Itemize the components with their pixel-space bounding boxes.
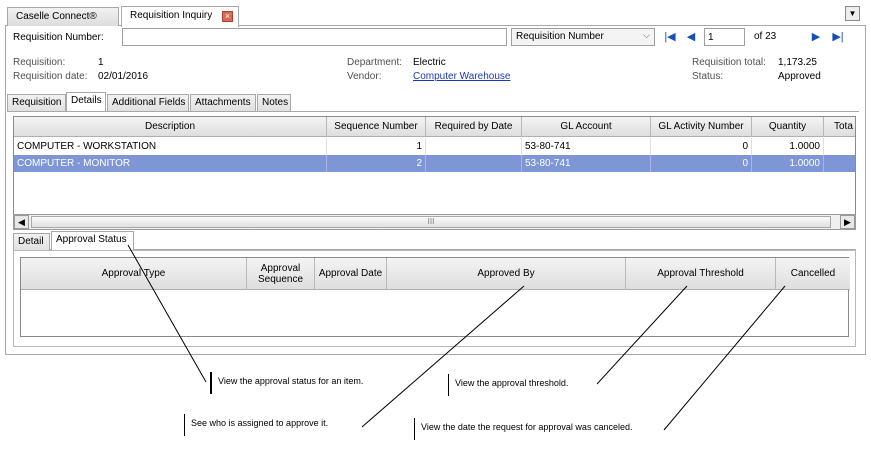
callout-cancelled: View the date the request for approval w… (414, 418, 663, 440)
callout-approved-by: See who is assigned to approve it. (184, 414, 362, 436)
callout-approval-status: View the approval status for an item. (210, 372, 386, 394)
callout-lines (127, 244, 786, 431)
callout-approval-threshold: View the approval threshold. (448, 374, 596, 396)
